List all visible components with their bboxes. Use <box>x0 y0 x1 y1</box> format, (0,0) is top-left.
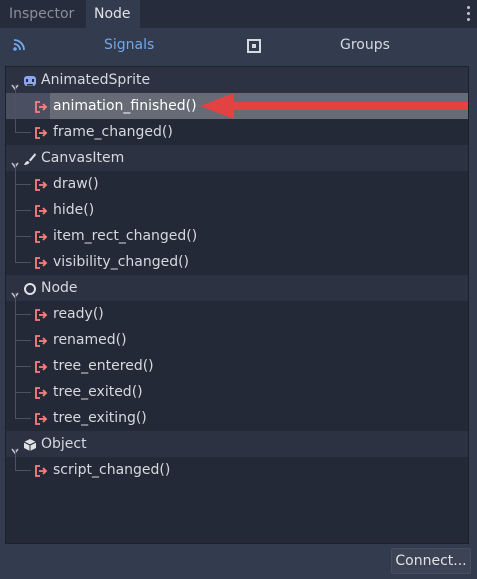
signal-icon <box>34 99 48 113</box>
signal-name-label: tree_exiting() <box>53 410 147 426</box>
signals-icon[interactable] <box>12 38 26 52</box>
signal-icon <box>34 177 48 191</box>
class-name-label: Object <box>41 436 87 452</box>
class-row-animatedsprite[interactable]: AnimatedSprite <box>6 67 468 93</box>
signal-row[interactable]: ready() <box>6 301 468 327</box>
node-dock-panel: Inspector Node Signals Groups AnimatedSp… <box>0 0 477 579</box>
signal-icon <box>34 333 48 347</box>
signal-name-label: visibility_changed() <box>53 254 190 270</box>
signal-row[interactable]: draw() <box>6 171 468 197</box>
signals-tab-button[interactable]: Signals <box>104 28 154 62</box>
groups-icon[interactable] <box>247 39 261 53</box>
signals-tree[interactable]: AnimatedSprite animation_finished() frame_… <box>5 66 469 544</box>
tree-guide-line <box>15 392 31 393</box>
signal-icon <box>34 385 48 399</box>
object-cube-icon <box>23 437 37 451</box>
tree-guide-line <box>15 132 31 133</box>
tree-guide-line <box>15 314 31 315</box>
tab-node[interactable]: Node <box>86 0 140 28</box>
dock-tab-bar: Inspector Node <box>0 0 477 28</box>
tab-inspector[interactable]: Inspector <box>0 0 84 28</box>
signal-row[interactable]: renamed() <box>6 327 468 353</box>
tree-guide-line <box>15 85 16 132</box>
signal-name-label: tree_exited() <box>53 384 143 400</box>
chevron-down-icon[interactable] <box>11 284 19 299</box>
signal-name-label: tree_entered() <box>53 358 154 374</box>
class-row-node[interactable]: Node <box>6 275 468 301</box>
class-name-label: AnimatedSprite <box>41 72 151 88</box>
class-name-label: Node <box>41 280 78 296</box>
node-circle-icon <box>23 281 37 295</box>
signal-icon <box>34 411 48 425</box>
chevron-down-icon[interactable] <box>11 440 19 455</box>
signal-icon <box>34 203 48 217</box>
annotation-arrow <box>200 93 468 119</box>
signal-icon <box>34 255 48 269</box>
signal-row[interactable]: visibility_changed() <box>6 249 468 275</box>
signal-icon <box>34 359 48 373</box>
tree-guide-line <box>15 106 31 107</box>
chevron-down-icon[interactable] <box>11 76 19 91</box>
signal-row[interactable]: item_rect_changed() <box>6 223 468 249</box>
signal-icon <box>34 307 48 321</box>
signal-name-label: draw() <box>53 176 99 192</box>
tree-guide-line <box>15 210 31 211</box>
signal-name-label: hide() <box>53 202 95 218</box>
signal-name-label: renamed() <box>53 332 127 348</box>
class-row-object[interactable]: Object <box>6 431 468 457</box>
signal-name-label: animation_finished() <box>53 98 197 114</box>
signal-name-label: ready() <box>53 306 104 322</box>
tree-guide-line <box>15 163 16 262</box>
tree-guide-line <box>15 262 31 263</box>
tree-guide-line <box>15 470 31 471</box>
dock-menu-icon[interactable] <box>465 6 471 22</box>
signal-icon <box>34 229 48 243</box>
connect-button[interactable]: Connect... <box>391 548 471 574</box>
class-row-canvasitem[interactable]: CanvasItem <box>6 145 468 171</box>
signal-icon <box>34 463 48 477</box>
tree-guide-line <box>15 236 31 237</box>
signal-row[interactable]: tree_exited() <box>6 379 468 405</box>
tree-guide-line <box>15 366 31 367</box>
signal-name-label: item_rect_changed() <box>53 228 198 244</box>
class-name-label: CanvasItem <box>41 150 125 166</box>
tree-guide-line <box>15 418 31 419</box>
animated-sprite-icon <box>23 73 37 87</box>
signal-name-label: script_changed() <box>53 462 171 478</box>
tree-guide-line <box>15 340 31 341</box>
signal-row[interactable]: tree_entered() <box>6 353 468 379</box>
signal-row[interactable]: frame_changed() <box>6 119 468 145</box>
canvas-item-brush-icon <box>23 151 37 165</box>
signal-icon <box>34 125 48 139</box>
tree-guide-line <box>15 449 16 470</box>
signal-row[interactable]: script_changed() <box>6 457 468 483</box>
signals-groups-toolbar: Signals Groups <box>0 28 477 62</box>
signal-row[interactable]: tree_exiting() <box>6 405 468 431</box>
groups-tab-button[interactable]: Groups <box>340 28 390 62</box>
signal-name-label: frame_changed() <box>53 124 173 140</box>
tree-guide-line <box>15 184 31 185</box>
tree-guide-line <box>15 293 16 418</box>
signal-row[interactable]: hide() <box>6 197 468 223</box>
chevron-down-icon[interactable] <box>11 154 19 169</box>
